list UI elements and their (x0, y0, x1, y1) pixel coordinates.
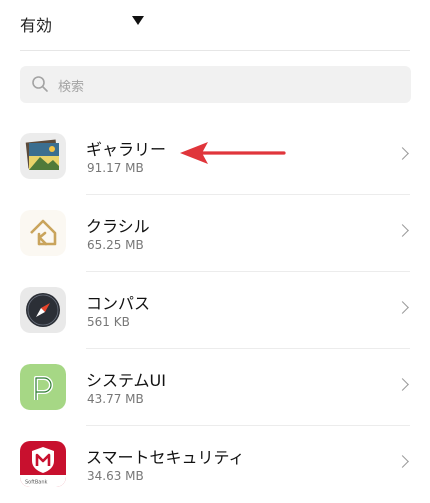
chevron-right-icon (396, 455, 409, 468)
search-placeholder: 検索 (58, 80, 85, 95)
app-size: 91.17 MB (87, 161, 144, 175)
app-name: スマートセキュリティ (86, 448, 245, 467)
smart-security-icon: SoftBank (20, 441, 66, 487)
system-ui-icon (20, 364, 66, 410)
kurashiru-icon (20, 210, 66, 256)
app-name: クラシル (86, 217, 150, 236)
app-size: 561 KB (87, 315, 130, 329)
app-list: ギャラリー 91.17 MB クラシル 65.25 MB コンパス 561 KB… (0, 118, 430, 503)
search-input[interactable]: 検索 (20, 66, 411, 103)
chevron-right-icon (396, 224, 409, 237)
app-row-compass[interactable]: コンパス 561 KB (0, 272, 430, 349)
app-name: ギャラリー (86, 140, 167, 159)
app-row-kurashiru[interactable]: クラシル 65.25 MB (0, 195, 430, 272)
app-size: 43.77 MB (87, 392, 144, 406)
divider (20, 50, 410, 51)
chevron-right-icon (396, 147, 409, 160)
app-size: 65.25 MB (87, 238, 144, 252)
app-size: 34.63 MB (87, 469, 144, 483)
softbank-caption: SoftBank (25, 480, 48, 486)
app-row-system-ui[interactable]: システムUI 43.77 MB (0, 349, 430, 426)
app-name: システムUI (86, 371, 166, 390)
chevron-right-icon (396, 301, 409, 314)
app-name: コンパス (86, 294, 151, 313)
chevron-right-icon (396, 378, 409, 391)
annotation-arrow-icon (178, 138, 288, 168)
filter-dropdown-label[interactable]: 有効 (20, 12, 52, 36)
top-bar: 有効 (0, 0, 430, 50)
compass-icon (20, 287, 66, 333)
gallery-icon (20, 133, 66, 179)
caret-down-icon[interactable] (132, 16, 144, 25)
search-icon (31, 75, 49, 93)
app-row-smart-security[interactable]: SoftBank スマートセキュリティ 34.63 MB (0, 426, 430, 503)
